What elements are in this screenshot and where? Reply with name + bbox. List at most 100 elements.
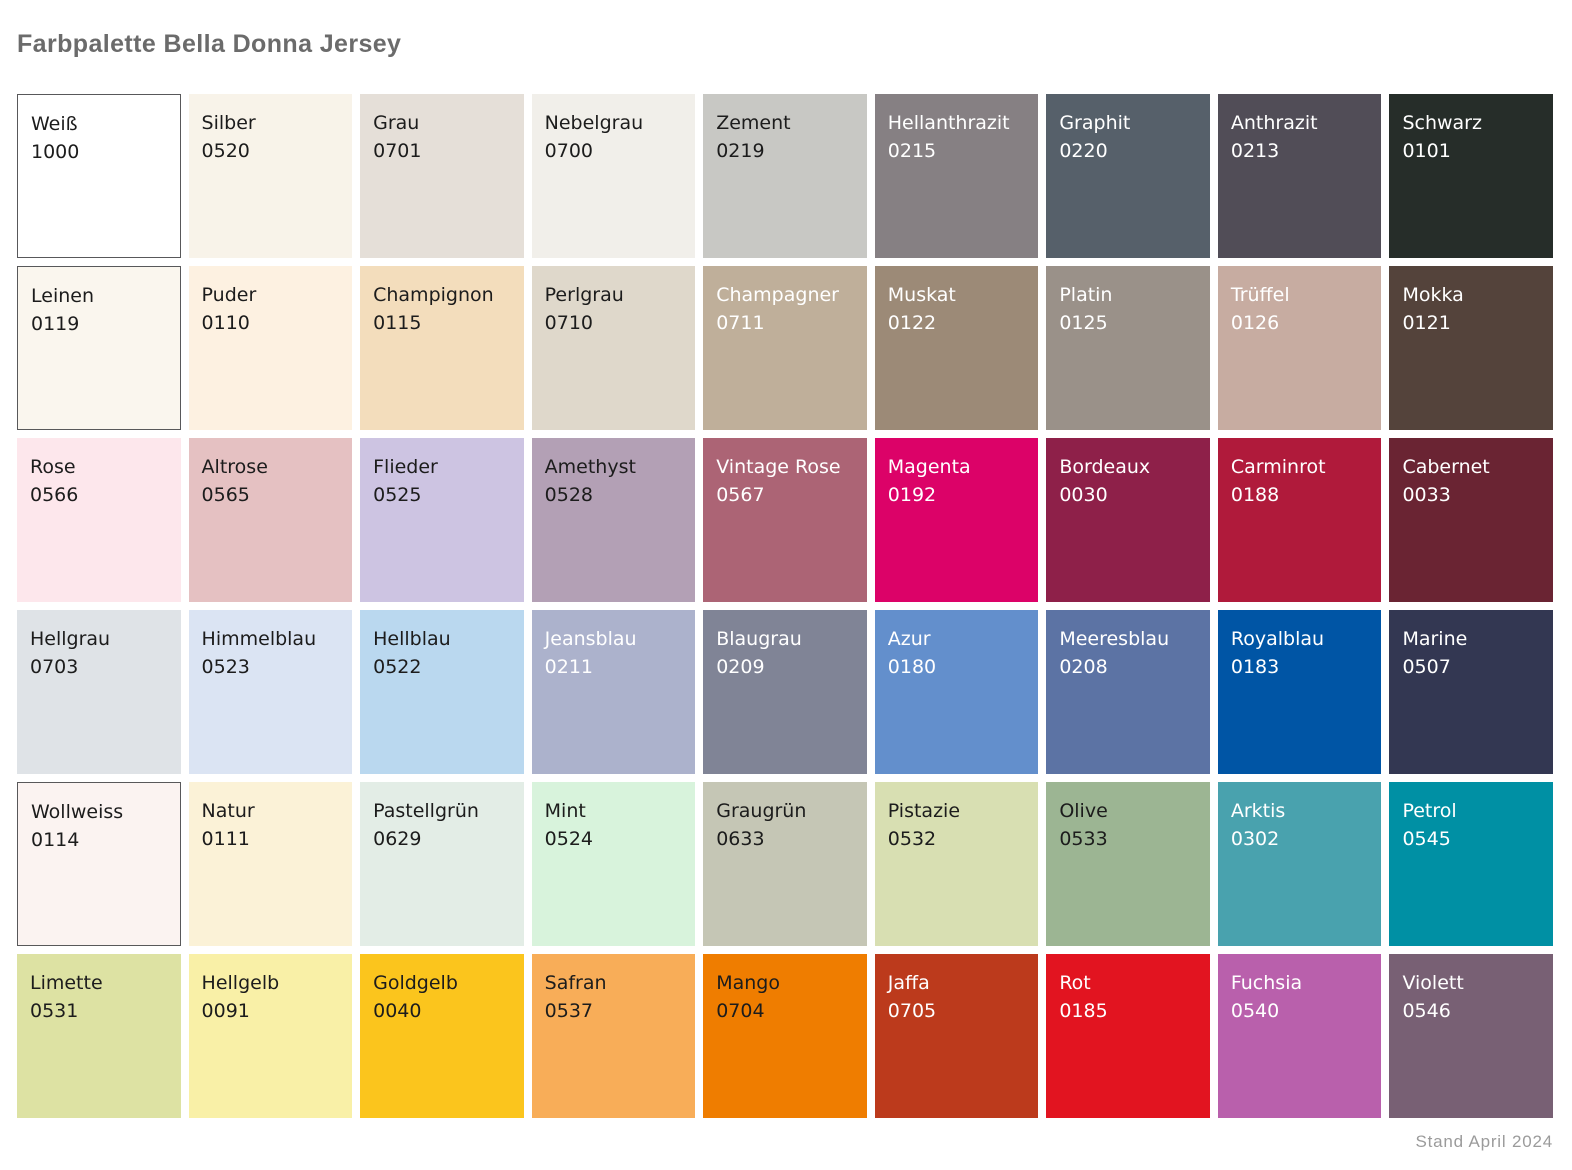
swatch-code: 0033: [1402, 481, 1541, 509]
swatch-code: 0183: [1231, 653, 1370, 681]
swatch-name: Hellgelb: [202, 969, 341, 997]
swatch-name: Champagner: [716, 281, 855, 309]
swatch-name: Vintage Rose: [716, 453, 855, 481]
swatch-name: Mint: [545, 797, 684, 825]
swatch-name: Anthrazit: [1231, 109, 1370, 137]
color-swatch-mango: Mango0704: [703, 954, 867, 1118]
color-swatch-natur: Natur0111: [189, 782, 353, 946]
swatch-code: 0220: [1059, 137, 1198, 165]
color-swatch-arktis: Arktis0302: [1218, 782, 1382, 946]
swatch-name: Safran: [545, 969, 684, 997]
swatch-name: Jaffa: [888, 969, 1027, 997]
swatch-code: 0126: [1231, 309, 1370, 337]
color-swatch-nebelgrau: Nebelgrau0700: [532, 94, 696, 258]
color-swatch-pastellgrun: Pastellgrün0629: [360, 782, 524, 946]
swatch-name: Flieder: [373, 453, 512, 481]
swatch-code: 0091: [202, 997, 341, 1025]
swatch-code: 0115: [373, 309, 512, 337]
color-swatch-graphit: Graphit0220: [1046, 94, 1210, 258]
color-swatch-wollweiss: Wollweiss0114: [17, 782, 181, 946]
swatch-name: Muskat: [888, 281, 1027, 309]
swatch-code: 0119: [31, 310, 168, 338]
swatch-code: 0565: [202, 481, 341, 509]
swatch-name: Mango: [716, 969, 855, 997]
swatch-name: Wollweiss: [31, 798, 168, 826]
color-swatch-bordeaux: Bordeaux0030: [1046, 438, 1210, 602]
swatch-code: 0710: [545, 309, 684, 337]
swatch-name: Champignon: [373, 281, 512, 309]
swatch-code: 0700: [545, 137, 684, 165]
color-swatch-fuchsia: Fuchsia0540: [1218, 954, 1382, 1118]
swatch-code: 0629: [373, 825, 512, 853]
swatch-code: 0533: [1059, 825, 1198, 853]
color-swatch-puder: Puder0110: [189, 266, 353, 430]
color-swatch-leinen: Leinen0119: [17, 266, 181, 430]
swatch-name: Meeresblau: [1059, 625, 1198, 653]
swatch-code: 0703: [30, 653, 169, 681]
color-swatch-perlgrau: Perlgrau0710: [532, 266, 696, 430]
swatch-code: 0121: [1402, 309, 1541, 337]
color-swatch-jaffa: Jaffa0705: [875, 954, 1039, 1118]
color-swatch-flieder: Flieder0525: [360, 438, 524, 602]
color-swatch-carminrot: Carminrot0188: [1218, 438, 1382, 602]
color-swatch-vintage-rose: Vintage Rose0567: [703, 438, 867, 602]
swatch-code: 0525: [373, 481, 512, 509]
swatch-code: 0546: [1402, 997, 1541, 1025]
swatch-code: 0522: [373, 653, 512, 681]
swatch-name: Weiß: [31, 110, 168, 138]
color-swatch-anthrazit: Anthrazit0213: [1218, 94, 1382, 258]
swatch-code: 0567: [716, 481, 855, 509]
swatch-code: 0030: [1059, 481, 1198, 509]
swatch-name: Violett: [1402, 969, 1541, 997]
color-swatch-platin: Platin0125: [1046, 266, 1210, 430]
swatch-name: Zement: [716, 109, 855, 137]
color-swatch-hellblau: Hellblau0522: [360, 610, 524, 774]
swatch-name: Cabernet: [1402, 453, 1541, 481]
swatch-name: Goldgelb: [373, 969, 512, 997]
swatch-name: Azur: [888, 625, 1027, 653]
footer-date: Stand April 2024: [17, 1132, 1553, 1152]
swatch-code: 0528: [545, 481, 684, 509]
color-swatch-rose: Rose0566: [17, 438, 181, 602]
color-swatch-azur: Azur0180: [875, 610, 1039, 774]
color-swatch-blaugrau: Blaugrau0209: [703, 610, 867, 774]
swatch-code: 0180: [888, 653, 1027, 681]
swatch-code: 0208: [1059, 653, 1198, 681]
color-swatch-goldgelb: Goldgelb0040: [360, 954, 524, 1118]
color-palette-page: Farbpalette Bella Donna Jersey Weiß1000S…: [0, 0, 1572, 1170]
color-swatch-muskat: Muskat0122: [875, 266, 1039, 430]
swatch-name: Arktis: [1231, 797, 1370, 825]
swatch-name: Platin: [1059, 281, 1198, 309]
swatch-name: Bordeaux: [1059, 453, 1198, 481]
swatch-name: Perlgrau: [545, 281, 684, 309]
swatch-name: Leinen: [31, 282, 168, 310]
swatch-name: Hellanthrazit: [888, 109, 1027, 137]
color-swatch-zement: Zement0219: [703, 94, 867, 258]
swatch-code: 0219: [716, 137, 855, 165]
swatch-code: 0110: [202, 309, 341, 337]
color-swatch-meeresblau: Meeresblau0208: [1046, 610, 1210, 774]
swatch-code: 0188: [1231, 481, 1370, 509]
swatch-name: Blaugrau: [716, 625, 855, 653]
color-swatch-champagner: Champagner0711: [703, 266, 867, 430]
swatch-name: Rot: [1059, 969, 1198, 997]
color-swatch-schwarz: Schwarz0101: [1389, 94, 1553, 258]
swatch-code: 0125: [1059, 309, 1198, 337]
color-swatch-violett: Violett0546: [1389, 954, 1553, 1118]
color-swatch-amethyst: Amethyst0528: [532, 438, 696, 602]
swatch-code: 0540: [1231, 997, 1370, 1025]
color-swatch-graugrun: Graugrün0633: [703, 782, 867, 946]
swatch-name: Olive: [1059, 797, 1198, 825]
swatch-name: Petrol: [1402, 797, 1541, 825]
color-swatch-marine: Marine0507: [1389, 610, 1553, 774]
swatch-name: Silber: [202, 109, 341, 137]
swatch-name: Mokka: [1402, 281, 1541, 309]
color-swatch-olive: Olive0533: [1046, 782, 1210, 946]
swatch-code: 0213: [1231, 137, 1370, 165]
swatch-code: 0701: [373, 137, 512, 165]
swatch-code: 0209: [716, 653, 855, 681]
swatch-name: Royalblau: [1231, 625, 1370, 653]
swatch-name: Natur: [202, 797, 341, 825]
color-swatch-safran: Safran0537: [532, 954, 696, 1118]
swatch-code: 0711: [716, 309, 855, 337]
